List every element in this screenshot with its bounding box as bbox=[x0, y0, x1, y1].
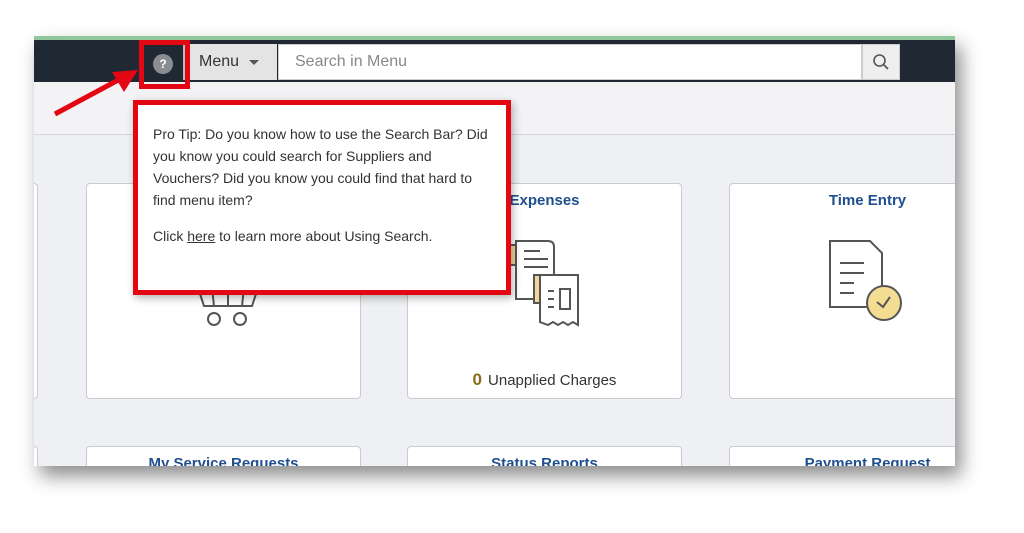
tile-title: Status Reports bbox=[491, 455, 598, 466]
annotation-arrow-icon bbox=[53, 70, 138, 117]
tile-title: Time Entry bbox=[828, 192, 907, 209]
tile-time-entry[interactable]: Time Entry bbox=[729, 183, 955, 399]
menu-button[interactable]: Menu bbox=[183, 44, 277, 80]
search-button[interactable] bbox=[862, 44, 900, 80]
search-input[interactable]: Search in Menu bbox=[278, 44, 862, 80]
timesheet-icon bbox=[829, 240, 902, 321]
tile-title: My Service Requests bbox=[148, 455, 299, 466]
search-icon bbox=[873, 54, 889, 70]
tile-my-service-requests[interactable]: My Service Requests bbox=[86, 446, 361, 466]
tip-prefix: Click bbox=[153, 228, 188, 244]
tile-partial[interactable] bbox=[34, 183, 38, 399]
tile-title: Payment Request bbox=[804, 455, 931, 466]
charges-count: 0 bbox=[472, 370, 483, 389]
menu-label: Menu bbox=[199, 53, 240, 70]
unapplied-charges: 0 Unapplied Charges bbox=[408, 370, 681, 390]
receipt-icon bbox=[509, 240, 579, 327]
tip-link-line: Click here to learn more about Using Sea… bbox=[153, 225, 491, 247]
tile-status-reports[interactable]: Status Reports bbox=[407, 446, 682, 466]
tile-payment-request[interactable]: Payment Request bbox=[729, 446, 955, 466]
charges-label: Unapplied Charges bbox=[488, 372, 617, 389]
chevron-down-icon bbox=[249, 59, 260, 65]
tile-partial[interactable] bbox=[34, 446, 38, 466]
help-highlight-box bbox=[139, 40, 190, 89]
tip-text: Pro Tip: Do you know how to use the Sear… bbox=[153, 126, 488, 208]
search-tip-popover: Pro Tip: Do you know how to use the Sear… bbox=[133, 100, 511, 295]
learn-more-link[interactable]: here bbox=[187, 228, 215, 244]
tip-suffix: to learn more about Using Search. bbox=[215, 228, 433, 244]
